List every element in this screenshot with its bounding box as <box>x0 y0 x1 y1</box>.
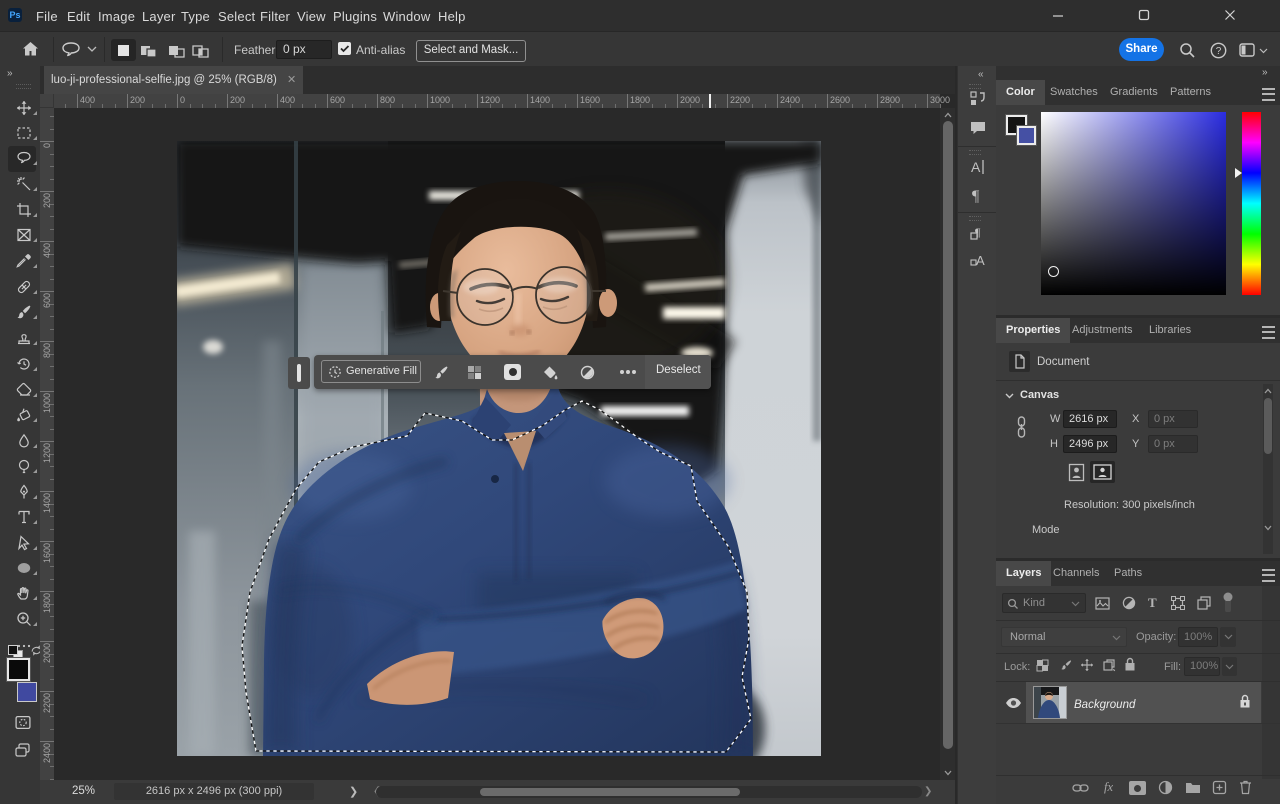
svg-text:A: A <box>971 159 981 175</box>
svg-text:?: ? <box>1216 46 1222 57</box>
svg-text:¶: ¶ <box>972 188 980 204</box>
svg-text:A: A <box>976 253 985 268</box>
